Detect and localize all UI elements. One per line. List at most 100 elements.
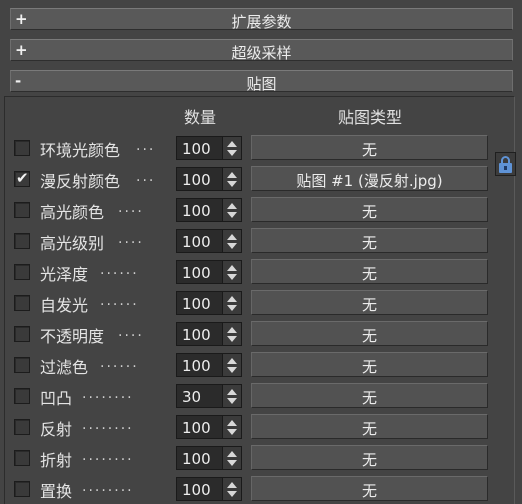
spinner-arrows[interactable]	[222, 477, 242, 501]
map-enable-checkbox[interactable]	[14, 326, 30, 342]
spinner-down-icon[interactable]	[227, 460, 237, 466]
amount-input[interactable]: 100	[176, 291, 222, 315]
map-enable-checkbox[interactable]	[14, 233, 30, 249]
amount-input[interactable]: 100	[176, 322, 222, 346]
amount-spinner: 100	[176, 446, 242, 470]
map-slot-button[interactable]: 无	[251, 414, 488, 439]
spinner-arrows[interactable]	[222, 446, 242, 470]
spinner-up-icon[interactable]	[227, 172, 237, 178]
spinner-up-icon[interactable]	[227, 420, 237, 426]
spinner-down-icon[interactable]	[227, 429, 237, 435]
spinner-arrows[interactable]	[222, 291, 242, 315]
map-enable-checkbox[interactable]: ✔	[14, 169, 30, 187]
amount-input[interactable]: 100	[176, 198, 222, 222]
map-row: 高光级别.... 100 无	[0, 227, 522, 255]
spinner-up-icon[interactable]	[227, 265, 237, 271]
amount-spinner: 100	[176, 229, 242, 253]
map-enable-checkbox[interactable]	[14, 419, 30, 435]
map-row: ✔ 漫反射颜色... 100 贴图 #1 (漫反射.jpg)	[0, 165, 522, 193]
rollout-title: 超级采样	[231, 44, 292, 62]
spinner-arrows[interactable]	[222, 167, 242, 191]
amount-input[interactable]: 100	[176, 477, 222, 501]
spinner-arrows[interactable]	[222, 198, 242, 222]
amount-input[interactable]: 100	[176, 415, 222, 439]
spinner-up-icon[interactable]	[227, 327, 237, 333]
map-enable-checkbox[interactable]	[14, 388, 30, 404]
map-slot-button[interactable]: 贴图 #1 (漫反射.jpg)	[251, 166, 488, 191]
map-enable-checkbox[interactable]	[14, 357, 30, 373]
spinner-down-icon[interactable]	[227, 150, 237, 156]
spinner-up-icon[interactable]	[227, 203, 237, 209]
spinner-up-icon[interactable]	[227, 234, 237, 240]
amount-spinner: 100	[176, 322, 242, 346]
amount-spinner: 100	[176, 260, 242, 284]
amount-input[interactable]: 100	[176, 136, 222, 160]
spinner-down-icon[interactable]	[227, 398, 237, 404]
spinner-arrows[interactable]	[222, 384, 242, 408]
map-slot-button[interactable]: 无	[251, 383, 488, 408]
map-channel-label: 不透明度	[40, 327, 105, 346]
leader-dots: ......	[100, 293, 139, 309]
spinner-arrows[interactable]	[222, 415, 242, 439]
spinner-arrows[interactable]	[222, 322, 242, 346]
spinner-down-icon[interactable]	[227, 367, 237, 373]
spinner-up-icon[interactable]	[227, 141, 237, 147]
map-channel-label: 过滤色	[40, 358, 89, 377]
spinner-down-icon[interactable]	[227, 243, 237, 249]
spinner-down-icon[interactable]	[227, 491, 237, 497]
map-slot-button[interactable]: 无	[251, 135, 488, 160]
map-channel-label: 凹凸	[40, 389, 73, 408]
map-row: 自发光...... 100 无	[0, 289, 522, 317]
map-row: 过滤色...... 100 无	[0, 351, 522, 379]
map-slot-button[interactable]: 无	[251, 476, 488, 501]
spinner-up-icon[interactable]	[227, 389, 237, 395]
spinner-arrows[interactable]	[222, 229, 242, 253]
checkmark-icon: ✔	[16, 169, 29, 187]
spinner-down-icon[interactable]	[227, 305, 237, 311]
spinner-arrows[interactable]	[222, 353, 242, 377]
map-channel-label: 自发光	[40, 296, 89, 315]
amount-input[interactable]: 100	[176, 260, 222, 284]
spinner-down-icon[interactable]	[227, 274, 237, 280]
leader-dots: ........	[82, 417, 134, 433]
spinner-up-icon[interactable]	[227, 296, 237, 302]
spinner-up-icon[interactable]	[227, 482, 237, 488]
spinner-up-icon[interactable]	[227, 451, 237, 457]
map-slot-button[interactable]: 无	[251, 290, 488, 315]
map-slot-button[interactable]: 无	[251, 259, 488, 284]
map-enable-checkbox[interactable]	[14, 264, 30, 280]
map-row: 光泽度...... 100 无	[0, 258, 522, 286]
amount-spinner: 100	[176, 291, 242, 315]
amount-input[interactable]: 100	[176, 353, 222, 377]
map-slot-button[interactable]: 无	[251, 321, 488, 346]
amount-input[interactable]: 30	[176, 384, 222, 408]
amount-spinner: 100	[176, 477, 242, 501]
map-slot-button[interactable]: 无	[251, 445, 488, 470]
map-slot-button[interactable]: 无	[251, 352, 488, 377]
map-enable-checkbox[interactable]	[14, 481, 30, 497]
rollout-maps[interactable]: - 贴图	[10, 70, 513, 93]
spinner-arrows[interactable]	[222, 136, 242, 160]
map-enable-checkbox[interactable]	[14, 295, 30, 311]
map-enable-checkbox[interactable]	[14, 450, 30, 466]
rollout-supersampling[interactable]: + 超级采样	[10, 39, 513, 62]
leader-dots: ....	[118, 324, 144, 340]
leader-dots: ........	[82, 479, 134, 495]
spinner-down-icon[interactable]	[227, 212, 237, 218]
spinner-arrows[interactable]	[222, 260, 242, 284]
map-enable-checkbox[interactable]	[14, 140, 30, 156]
amount-input[interactable]: 100	[176, 446, 222, 470]
spinner-down-icon[interactable]	[227, 336, 237, 342]
leader-dots: ......	[100, 355, 139, 371]
map-enable-checkbox[interactable]	[14, 202, 30, 218]
map-row: 反射........ 100 无	[0, 413, 522, 441]
spinner-down-icon[interactable]	[227, 181, 237, 187]
amount-header: 数量	[184, 108, 217, 127]
spinner-up-icon[interactable]	[227, 358, 237, 364]
rollout-extended-parameters[interactable]: + 扩展参数	[10, 8, 513, 31]
amount-input[interactable]: 100	[176, 229, 222, 253]
amount-input[interactable]: 100	[176, 167, 222, 191]
map-slot-button[interactable]: 无	[251, 197, 488, 222]
map-channel-label: 光泽度	[40, 265, 89, 284]
map-slot-button[interactable]: 无	[251, 228, 488, 253]
